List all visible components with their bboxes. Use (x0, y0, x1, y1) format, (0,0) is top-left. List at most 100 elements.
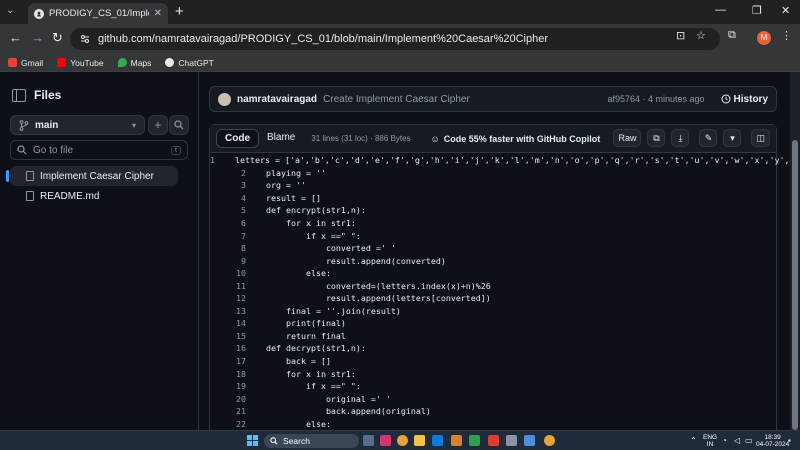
bookmark-maps[interactable]: Maps (117, 58, 151, 68)
bookmark-gmail[interactable]: Gmail (8, 58, 43, 68)
app-icon[interactable] (506, 435, 517, 446)
code-text: final = ''.join(result) (266, 305, 401, 316)
reload-icon[interactable]: ↻ (52, 31, 63, 45)
file-explorer-icon[interactable] (414, 435, 425, 446)
wifi-icon[interactable]: ◔ (722, 436, 727, 445)
install-app-icon[interactable]: ⊡ (676, 29, 685, 42)
chrome-profile-icon[interactable] (544, 435, 555, 446)
line-number[interactable]: 16 (210, 343, 246, 353)
app-icon[interactable] (524, 435, 535, 446)
close-window-icon[interactable]: ✕ (781, 4, 790, 17)
tab-close-icon[interactable]: ✕ (154, 8, 162, 19)
line-number[interactable]: 17 (210, 356, 246, 366)
files-title: Files (34, 88, 62, 102)
browser-tab[interactable]: PRODIGY_CS_01/Implement Caes ✕ (28, 3, 168, 24)
commit-hash-time[interactable]: af95764 · 4 minutes ago (607, 94, 704, 104)
line-number[interactable]: 5 (210, 205, 246, 215)
search-code-button[interactable] (169, 115, 189, 135)
task-view-icon[interactable] (363, 435, 374, 446)
avatar[interactable] (218, 92, 231, 106)
line-number[interactable]: 11 (210, 281, 246, 291)
tray-chevron-icon[interactable]: ⌃ (690, 436, 697, 445)
line-number[interactable]: 22 (210, 419, 246, 429)
edge-icon[interactable] (432, 435, 443, 446)
code-line: 4 result = [] (210, 192, 776, 205)
chrome-icon[interactable] (397, 435, 408, 446)
code-text: for x in str1: (266, 368, 356, 379)
code-view[interactable]: 1 letters = ['a','b','c','d','e','f','g',… (210, 154, 800, 430)
copilot-promo-link[interactable]: ☺ Code 55% faster with GitHub Copilot (431, 134, 601, 144)
forward-icon[interactable]: → (31, 31, 44, 45)
file-tree-item-readme[interactable]: README.md (10, 186, 178, 206)
go-to-file-input[interactable]: Go to file t (10, 140, 188, 160)
line-number[interactable]: 13 (210, 306, 246, 316)
line-number[interactable]: 6 (210, 218, 246, 228)
back-icon[interactable]: ← (9, 31, 22, 45)
tab-search-chevron-icon[interactable]: ⌄ (6, 5, 14, 16)
code-line: 1 letters = ['a','b','c','d','e','f','g',… (210, 154, 800, 167)
search-icon (270, 437, 278, 445)
line-number[interactable]: 12 (210, 293, 246, 303)
edit-options-chevron-icon[interactable]: ▾ (723, 129, 742, 147)
line-number[interactable]: 9 (210, 256, 246, 266)
download-icon[interactable]: ⤓ (671, 129, 690, 147)
app-icon[interactable] (488, 435, 499, 446)
new-tab-icon[interactable]: + (175, 3, 184, 20)
code-text: letters = ['a','b','c','d','e','f','g','… (235, 155, 800, 166)
app-icon[interactable] (380, 435, 391, 446)
line-number[interactable]: 10 (210, 268, 246, 278)
bookmark-chatgpt[interactable]: ChatGPT (165, 58, 214, 68)
line-number[interactable]: 15 (210, 331, 246, 341)
site-info-icon[interactable] (80, 34, 90, 44)
battery-icon[interactable]: ▭ (745, 436, 753, 445)
branch-selector[interactable]: main ▾ (10, 115, 145, 135)
language-indicator[interactable]: ENG IN (703, 434, 717, 448)
page-scrollbar-thumb[interactable] (792, 140, 798, 430)
bookmark-youtube[interactable]: YouTube (57, 58, 104, 68)
line-number[interactable]: 19 (210, 381, 246, 391)
app-icon[interactable] (451, 435, 462, 446)
line-number[interactable]: 3 (210, 180, 246, 190)
raw-button[interactable]: Raw (613, 129, 642, 147)
minimize-icon[interactable]: — (715, 4, 726, 16)
code-line: 2 playing = '' (210, 167, 776, 180)
profile-avatar[interactable]: M (757, 31, 771, 45)
edit-pencil-icon[interactable]: ✎ (699, 129, 718, 147)
line-number[interactable]: 8 (210, 243, 246, 253)
commit-author[interactable]: namratavairagad (237, 94, 317, 105)
clock[interactable]: 18:39 04-07-2024 (756, 434, 789, 448)
line-number[interactable]: 14 (210, 318, 246, 328)
line-number[interactable]: 4 (210, 193, 246, 203)
line-number[interactable]: 21 (210, 406, 246, 416)
line-number[interactable]: 2 (210, 168, 246, 178)
commit-message[interactable]: Create Implement Caesar Cipher (323, 94, 601, 105)
copy-icon[interactable]: ⧉ (647, 129, 666, 147)
code-text: def decrypt(str1,n): (266, 343, 366, 354)
app-icon[interactable] (469, 435, 480, 446)
line-number[interactable]: 7 (210, 231, 246, 241)
notification-icon[interactable]: ▪ (788, 436, 791, 445)
tab-blame[interactable]: Blame (259, 129, 303, 148)
tab-code[interactable]: Code (216, 129, 259, 148)
browser-menu-icon[interactable]: ⋮ (781, 29, 792, 42)
add-file-button[interactable]: + (148, 115, 168, 135)
extensions-icon[interactable]: ⧉ (728, 29, 736, 42)
line-number[interactable]: 18 (210, 369, 246, 379)
volume-icon[interactable]: ◁ (734, 436, 740, 445)
bookmark-star-icon[interactable]: ☆ (696, 29, 706, 42)
copilot-promo-label: Code 55% faster with GitHub Copilot (443, 133, 601, 144)
history-button[interactable]: History (721, 94, 768, 105)
address-bar[interactable]: github.com/namratavairagad/PRODIGY_CS_01… (70, 28, 720, 50)
line-number[interactable]: 20 (210, 394, 246, 404)
code-text: back.append(original) (266, 406, 431, 417)
code-text: return final (266, 330, 346, 341)
collapse-sidebar-icon[interactable] (12, 88, 26, 102)
symbols-panel-icon[interactable]: ◫ (751, 129, 770, 147)
github-favicon-icon (34, 8, 44, 19)
restore-icon[interactable]: ❐ (752, 4, 762, 17)
windows-start-icon[interactable] (247, 435, 258, 446)
shortcut-key: t (171, 145, 181, 155)
code-line: 15 return final (210, 330, 776, 343)
taskbar-search[interactable]: Search (264, 434, 359, 448)
file-tree-item-implement-caesar-cipher[interactable]: Implement Caesar Cipher (6, 166, 178, 186)
